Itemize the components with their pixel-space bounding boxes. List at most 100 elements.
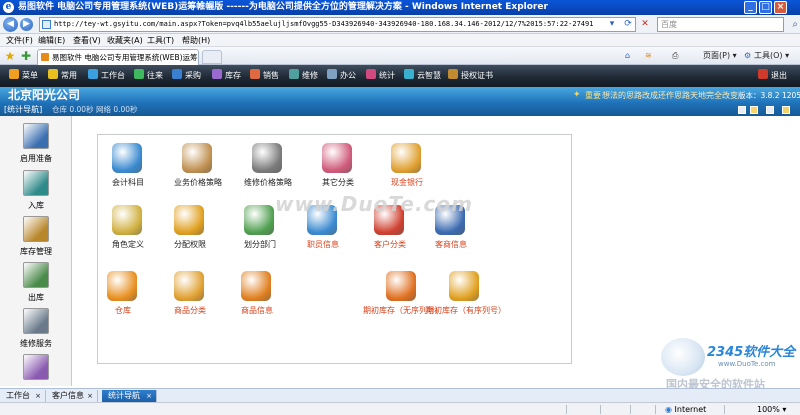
toolbar-cloud[interactable]: 云智慧: [404, 69, 441, 83]
setup-icon: [23, 123, 49, 149]
tile-label: 会计科目: [112, 178, 144, 187]
layout-icon[interactable]: [738, 106, 746, 114]
tab-workbench[interactable]: 工作台 ×: [0, 390, 46, 402]
notice-text[interactable]: 想法的思路改成还作思路天地完全改变: [602, 87, 738, 104]
security-zone[interactable]: ◉ Internet: [665, 403, 706, 415]
add-favorites-icon[interactable]: ✚: [19, 49, 33, 63]
exit-label: 退出: [771, 71, 787, 80]
page-menu[interactable]: 页面(P) ▾: [703, 49, 737, 63]
tile-opening-stock-serial[interactable]: 期初库存（有序列号）: [411, 271, 521, 321]
tile-business-pricing[interactable]: 业务价格策略: [158, 143, 238, 193]
menu-file[interactable]: 文件(F): [6, 34, 33, 47]
refresh-icon[interactable]: ⟳: [621, 18, 635, 31]
search-icon[interactable]: ⌕: [792, 18, 798, 31]
forward-icon[interactable]: ▶: [20, 18, 33, 31]
toolbar-license[interactable]: 授权证书: [448, 69, 493, 83]
app-toolbar: 菜单 常用 工作台 往来 采购 库存 销售 维修 办公 统计 云智慧 授权证书 …: [0, 65, 800, 87]
tile-repair-pricing[interactable]: 维修价格策略: [228, 143, 308, 193]
browser-tab[interactable]: 易图软件 电脑公司专用管理系统(WEB)运筹帷...: [37, 49, 199, 65]
zone-label: Internet: [674, 405, 707, 414]
toolbar-label: 销售: [263, 71, 279, 80]
tile-product-info[interactable]: 商品信息: [217, 271, 297, 321]
maximize-panel-icon[interactable]: [782, 106, 790, 114]
zoom-level[interactable]: 100% ▾: [757, 403, 786, 415]
toolbar-repair[interactable]: 维修: [289, 69, 318, 83]
toolbar-sales[interactable]: 销售: [250, 69, 279, 83]
stop-icon[interactable]: ✕: [638, 18, 652, 31]
sidebar-item-inventory[interactable]: 库存管理: [0, 216, 72, 262]
sidebar-item-label: 出库: [28, 293, 44, 302]
company-name: 北京阳光公司: [8, 88, 81, 102]
tile-icon[interactable]: [750, 106, 758, 114]
toolbar-label: 办公: [340, 71, 356, 80]
tab-statistics-navigation[interactable]: 统计导航 ×: [102, 390, 157, 402]
exit-button[interactable]: 退出: [758, 69, 787, 83]
repair-service-icon: [23, 308, 49, 334]
sidebar-item-setup[interactable]: 启用准备: [0, 123, 72, 169]
warehouse-icon: [23, 216, 49, 242]
tools-menu[interactable]: 工具(O) ▾: [754, 49, 789, 63]
sidebar-item-repair[interactable]: 维修服务: [0, 308, 72, 354]
tile-other-categories[interactable]: 其它分类: [298, 143, 378, 193]
toolbar-common[interactable]: 常用: [48, 69, 77, 83]
maximize-icon[interactable]: □: [759, 1, 772, 14]
window-icon[interactable]: [766, 106, 774, 114]
print-icon[interactable]: ⎙: [672, 49, 678, 63]
close-tab-icon[interactable]: ×: [35, 390, 41, 402]
toolbar-statistics[interactable]: 统计: [366, 69, 395, 83]
repair-icon: [289, 69, 299, 79]
status-bar: ◉ Internet 100% ▾: [0, 402, 800, 415]
menu-edit[interactable]: 编辑(E): [38, 34, 65, 47]
toolbar-label: 库存: [225, 71, 241, 80]
sidebar-item-label: 启用准备: [20, 154, 52, 163]
toolbar-contacts[interactable]: 往来: [134, 69, 163, 83]
toolbar-menu[interactable]: 菜单: [9, 69, 38, 83]
status-divider: [655, 405, 656, 414]
back-icon[interactable]: ◀: [3, 17, 18, 32]
tile-label: 商品信息: [241, 306, 273, 315]
menu-view[interactable]: 查看(V): [73, 34, 101, 47]
toolbar-workbench[interactable]: 工作台: [88, 69, 125, 83]
statistics-navigation-panel: 会计科目 业务价格策略 维修价格策略 其它分类 现金银行 角色定义 分配权限 划…: [97, 134, 572, 364]
users-icon: [174, 205, 204, 235]
browser-tab-label: 易图软件 电脑公司专用管理系统(WEB)运筹帷...: [52, 53, 199, 62]
minimize-icon[interactable]: _: [744, 1, 757, 14]
favorites-star-icon[interactable]: ★: [3, 49, 17, 63]
search-input[interactable]: 百度 ⌕: [657, 17, 798, 32]
product-box-icon: [241, 271, 271, 301]
menu-tools[interactable]: 工具(T): [147, 34, 174, 47]
tile-assign-permissions[interactable]: 分配权限: [150, 205, 230, 255]
toolbar-inventory[interactable]: 库存: [212, 69, 241, 83]
url-input[interactable]: http://tey-wt.gsyitu.com/main.aspx?Token…: [39, 17, 636, 32]
toolbar-office[interactable]: 办公: [327, 69, 356, 83]
home-icon[interactable]: ⌂: [625, 49, 630, 63]
sidebar-item-label: 库存管理: [20, 247, 52, 256]
tile-label: 客商信息: [435, 240, 467, 249]
close-tab-icon[interactable]: ×: [146, 390, 152, 402]
toolbar-label: 往来: [147, 71, 163, 80]
toolbar-label: 统计: [379, 71, 395, 80]
new-tab-button[interactable]: [202, 50, 222, 64]
menu-favorites[interactable]: 收藏夹(A): [107, 34, 143, 47]
sidebar-item-outbound[interactable]: 出库: [0, 262, 72, 308]
cloud-icon: [404, 69, 414, 79]
more-icon: [23, 354, 49, 380]
status-divider: [630, 405, 631, 414]
feeds-icon[interactable]: ≋: [645, 49, 652, 63]
brand-logo-icon: [661, 338, 705, 376]
tile-cash-bank[interactable]: 现金银行: [367, 143, 447, 193]
close-tab-icon[interactable]: ×: [87, 390, 93, 402]
dropdown-icon[interactable]: ▾: [605, 18, 619, 31]
menu-help[interactable]: 帮助(H): [182, 34, 210, 47]
sidebar-item-inbound[interactable]: 入库: [0, 170, 72, 216]
version-text: 版本：3.8.2 120517: [738, 91, 800, 100]
tile-accounting-subjects[interactable]: 会计科目: [88, 143, 168, 193]
menu-bar: 文件(F) 编辑(E) 查看(V) 收藏夹(A) 工具(T) 帮助(H): [0, 34, 800, 47]
nav-title: [统计导航]: [4, 105, 43, 114]
close-icon[interactable]: ×: [774, 1, 787, 14]
tools-gear-icon: ⚙: [744, 51, 752, 60]
tile-label: 业务价格策略: [174, 178, 222, 187]
toolbar-purchase[interactable]: 采购: [172, 69, 201, 83]
tab-customer-info[interactable]: 客户信息 ×: [46, 390, 98, 402]
inbound-icon: [23, 170, 49, 196]
